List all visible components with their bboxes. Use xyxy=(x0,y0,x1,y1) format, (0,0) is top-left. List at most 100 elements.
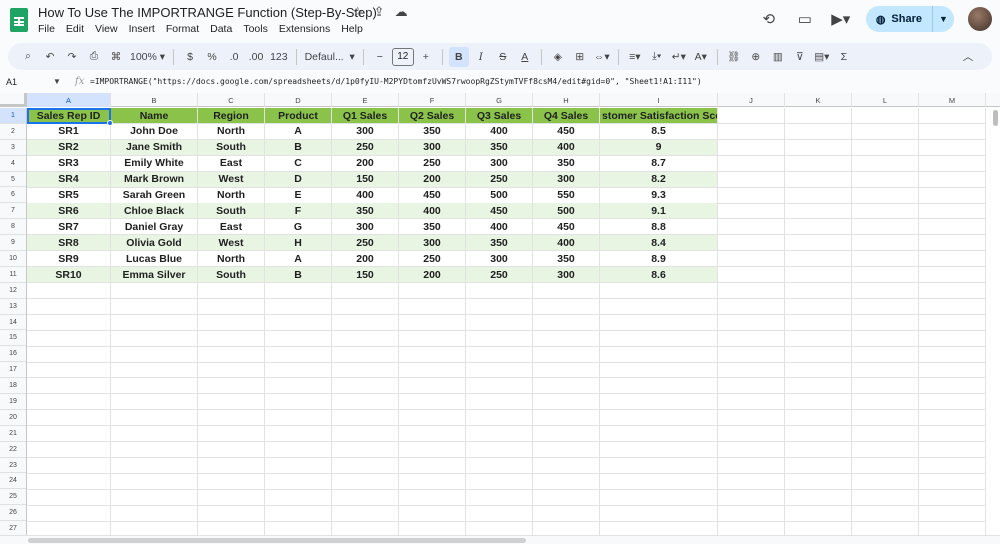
cell-i9[interactable]: 8.4 xyxy=(600,235,718,252)
cell-g7[interactable]: 450 xyxy=(466,203,533,220)
menu-item-tools[interactable]: Tools xyxy=(243,23,268,35)
undo-icon[interactable]: ↶ xyxy=(40,47,60,67)
cell-d3[interactable]: B xyxy=(265,139,332,156)
increase-decimal-button[interactable]: .00 xyxy=(246,47,266,67)
row-header[interactable]: 24 xyxy=(0,473,26,490)
text-wrap-icon[interactable]: ↵▾ xyxy=(669,47,689,67)
cell-e3[interactable]: 250 xyxy=(332,139,399,156)
avatar[interactable] xyxy=(968,7,992,31)
cell-c10[interactable]: North xyxy=(198,251,265,268)
cell-f1[interactable]: Q2 Sales xyxy=(399,108,466,124)
menu-item-extensions[interactable]: Extensions xyxy=(279,23,330,35)
cell-m14[interactable] xyxy=(919,314,986,331)
cell-m18[interactable] xyxy=(919,378,986,395)
cell-c7[interactable]: South xyxy=(198,203,265,220)
paint-format-icon[interactable]: ⌘ xyxy=(106,47,126,67)
cell-f18[interactable] xyxy=(399,378,466,395)
cell-d14[interactable] xyxy=(265,314,332,331)
cell-f3[interactable]: 300 xyxy=(399,139,466,156)
cell-c15[interactable] xyxy=(198,330,265,347)
cell-e9[interactable]: 250 xyxy=(332,235,399,252)
column-header-f[interactable]: F xyxy=(399,93,466,107)
cell-h3[interactable]: 400 xyxy=(533,139,600,156)
cell-c4[interactable]: East xyxy=(198,155,265,172)
cell-h18[interactable] xyxy=(533,378,600,395)
cell-f7[interactable]: 400 xyxy=(399,203,466,220)
cell-j6[interactable] xyxy=(718,187,785,204)
cell-j10[interactable] xyxy=(718,251,785,268)
cell-a19[interactable] xyxy=(27,394,111,411)
cell-a14[interactable] xyxy=(27,314,111,331)
bold-button[interactable]: B xyxy=(448,46,469,67)
cell-m24[interactable] xyxy=(919,473,986,490)
cell-f11[interactable]: 200 xyxy=(399,267,466,283)
cell-j15[interactable] xyxy=(718,330,785,347)
cell-d8[interactable]: G xyxy=(265,219,332,236)
cell-l11[interactable] xyxy=(852,267,919,283)
row-header[interactable]: 22 xyxy=(0,442,26,458)
row-header[interactable]: 21 xyxy=(0,426,26,442)
cell-i24[interactable] xyxy=(600,473,718,490)
cell-d22[interactable] xyxy=(265,441,332,458)
formula-input[interactable]: =IMPORTRANGE("https://docs.google.com/sp… xyxy=(90,77,702,86)
cell-h24[interactable] xyxy=(533,473,600,490)
cell-g11[interactable]: 250 xyxy=(466,267,533,283)
cell-k24[interactable] xyxy=(785,473,852,490)
decrease-decimal-button[interactable]: .0 xyxy=(224,47,244,67)
cell-h2[interactable]: 450 xyxy=(533,123,600,140)
cell-c8[interactable]: East xyxy=(198,219,265,236)
cell-a10[interactable]: SR9 xyxy=(27,251,111,268)
name-box-chevron-down-icon[interactable]: ▼ xyxy=(53,77,61,86)
cell-e15[interactable] xyxy=(332,330,399,347)
cell-f4[interactable]: 250 xyxy=(399,155,466,172)
cell-e5[interactable]: 150 xyxy=(332,171,399,188)
cell-b23[interactable] xyxy=(111,457,198,474)
cell-k11[interactable] xyxy=(785,267,852,283)
cell-i7[interactable]: 9.1 xyxy=(600,203,718,220)
cell-b26[interactable] xyxy=(111,505,198,522)
cell-k25[interactable] xyxy=(785,489,852,506)
cell-i22[interactable] xyxy=(600,441,718,458)
text-color-button[interactable]: A xyxy=(515,47,535,67)
cell-e16[interactable] xyxy=(332,346,399,363)
cell-k2[interactable] xyxy=(785,123,852,140)
cell-h20[interactable] xyxy=(533,410,600,427)
row-header[interactable]: 7 xyxy=(0,203,26,220)
cell-h16[interactable] xyxy=(533,346,600,363)
cell-j13[interactable] xyxy=(718,298,785,315)
cell-h12[interactable] xyxy=(533,282,600,299)
cell-c18[interactable] xyxy=(198,378,265,395)
cell-c25[interactable] xyxy=(198,489,265,506)
cell-k12[interactable] xyxy=(785,282,852,299)
cell-d19[interactable] xyxy=(265,394,332,411)
row-header[interactable]: 6 xyxy=(0,187,26,204)
cell-g9[interactable]: 350 xyxy=(466,235,533,252)
italic-button[interactable]: I xyxy=(471,47,491,67)
cell-a9[interactable]: SR8 xyxy=(27,235,111,252)
cell-b12[interactable] xyxy=(111,282,198,299)
cell-j1[interactable] xyxy=(718,108,785,124)
cell-g4[interactable]: 300 xyxy=(466,155,533,172)
cell-e14[interactable] xyxy=(332,314,399,331)
cell-c9[interactable]: West xyxy=(198,235,265,252)
cell-j24[interactable] xyxy=(718,473,785,490)
menu-item-view[interactable]: View xyxy=(95,23,118,35)
number-format-button[interactable]: 123 xyxy=(268,47,290,67)
cell-b18[interactable] xyxy=(111,378,198,395)
meet-video-icon[interactable]: ▶▾ xyxy=(830,8,852,30)
cell-l26[interactable] xyxy=(852,505,919,522)
cell-g24[interactable] xyxy=(466,473,533,490)
cell-a18[interactable] xyxy=(27,378,111,395)
cell-b25[interactable] xyxy=(111,489,198,506)
cell-l13[interactable] xyxy=(852,298,919,315)
cell-j7[interactable] xyxy=(718,203,785,220)
cell-b7[interactable]: Chloe Black xyxy=(111,203,198,220)
cell-j14[interactable] xyxy=(718,314,785,331)
cell-h10[interactable]: 350 xyxy=(533,251,600,268)
cell-c5[interactable]: West xyxy=(198,171,265,188)
cell-l5[interactable] xyxy=(852,171,919,188)
cell-m9[interactable] xyxy=(919,235,986,252)
row-header[interactable]: 13 xyxy=(0,299,26,315)
cell-i12[interactable] xyxy=(600,282,718,299)
cell-m10[interactable] xyxy=(919,251,986,268)
